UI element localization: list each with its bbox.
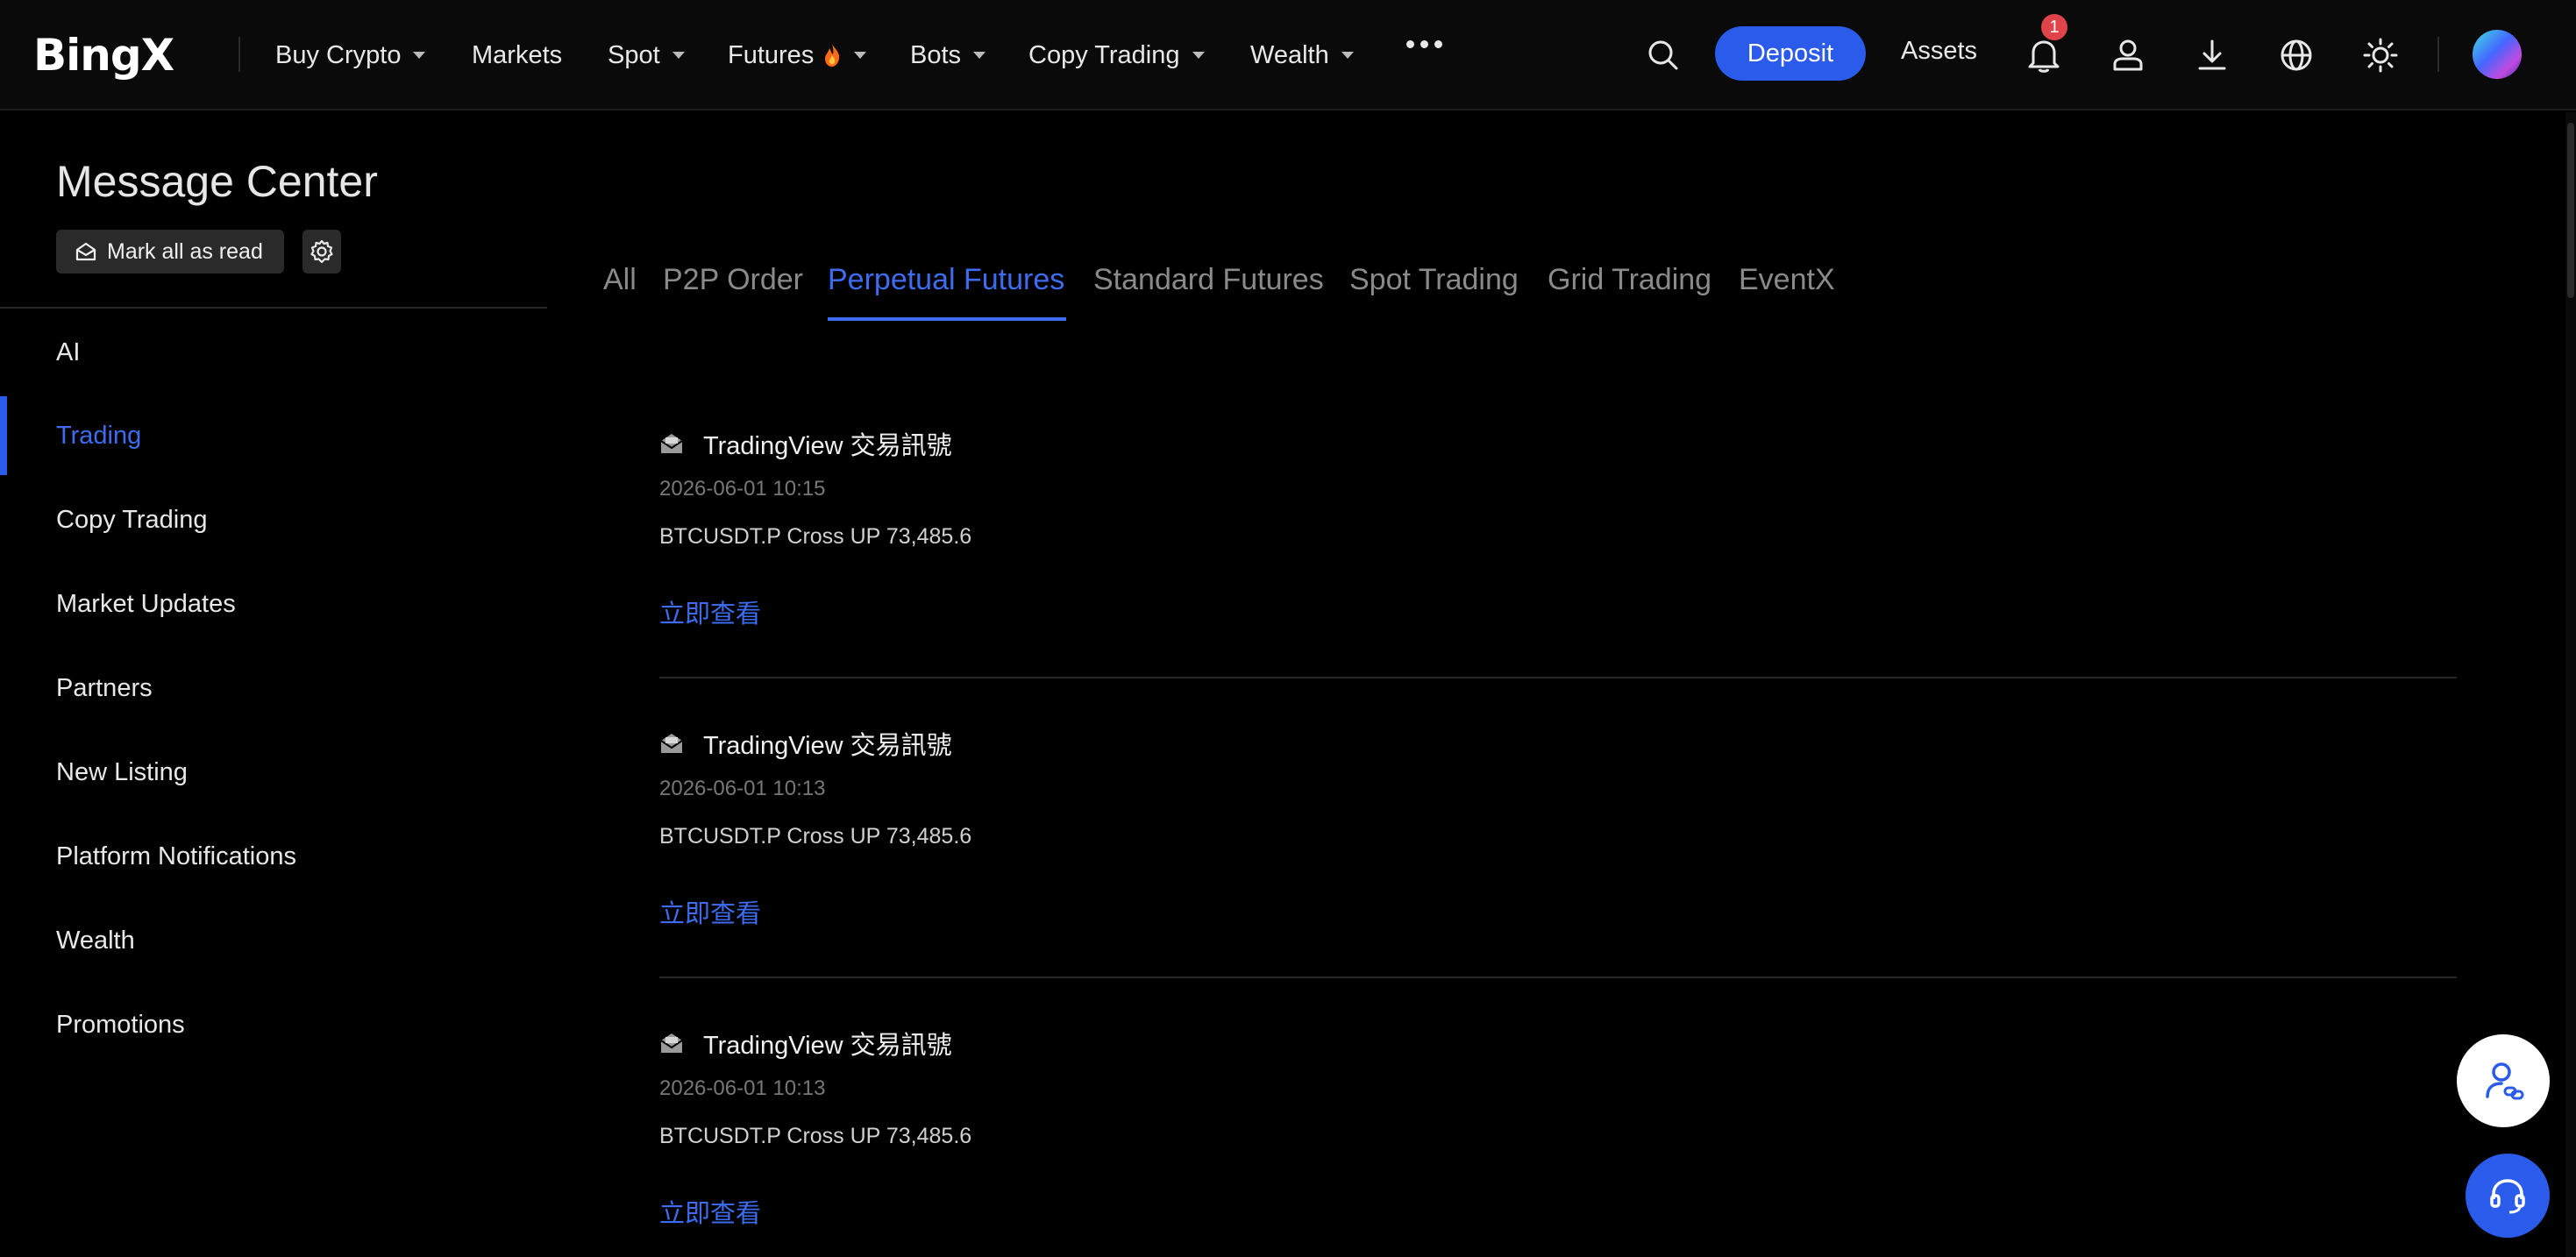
sidebar-item-ai[interactable]: AI	[0, 313, 547, 392]
active-tab-indicator	[828, 317, 1066, 321]
message-title: TradingView 交易訊號	[703, 732, 952, 760]
message-divider	[659, 976, 2457, 978]
bell-icon[interactable]	[2022, 33, 2066, 77]
sidebar-item-promotions[interactable]: Promotions	[0, 985, 547, 1064]
chevron-down-icon	[672, 52, 685, 59]
nav-bots[interactable]: Bots	[910, 35, 986, 75]
view-now-link[interactable]: 立即查看	[659, 1193, 761, 1230]
mark-read-icon	[75, 242, 96, 261]
nav-futures[interactable]: Futures	[728, 35, 867, 75]
tab-spot-trading[interactable]: Spot Trading	[1349, 263, 1519, 297]
gear-icon	[310, 239, 333, 264]
message-title: TradingView 交易訊號	[703, 432, 952, 460]
avatar[interactable]	[2473, 30, 2522, 79]
message-title: TradingView 交易訊號	[703, 1032, 952, 1060]
tab-eventx[interactable]: EventX	[1739, 263, 1835, 297]
settings-button[interactable]	[302, 230, 341, 273]
chevron-down-icon	[413, 52, 426, 59]
sidebar-item-label: Partners	[56, 673, 153, 702]
page-title: Message Center	[56, 157, 378, 206]
nav-divider	[2437, 37, 2439, 72]
sidebar-item-new-listing[interactable]: New Listing	[0, 733, 547, 812]
sidebar-item-label: Copy Trading	[56, 505, 208, 534]
nav-markets-label: Markets	[472, 40, 563, 69]
nav-buy-crypto[interactable]: Buy Crypto	[275, 35, 426, 75]
chevron-down-icon	[973, 52, 986, 59]
message-body: BTCUSDT.P Cross UP 73,485.6	[659, 1124, 972, 1148]
logo-text: BingX	[33, 30, 174, 81]
sidebar-item-label: Wealth	[56, 926, 135, 955]
sidebar-item-platform-notifications[interactable]: Platform Notifications	[0, 817, 547, 896]
more-dots-icon[interactable]	[1406, 40, 1442, 48]
sidebar-item-label: New Listing	[56, 757, 188, 786]
sidebar-item-partners[interactable]: Partners	[0, 649, 547, 728]
message-item: TradingView 交易訊號 2026-06-01 10:13 BTCUSD…	[659, 1026, 2457, 1230]
nav-futures-label: Futures	[728, 40, 815, 69]
envelope-open-icon	[660, 434, 683, 453]
sidebar-item-label: Platform Notifications	[56, 842, 296, 870]
sidebar-item-label: Promotions	[56, 1010, 185, 1039]
assets-link[interactable]: Assets	[1901, 37, 1977, 66]
nav-markets[interactable]: Markets	[472, 35, 562, 75]
sun-icon[interactable]	[2359, 33, 2402, 77]
flame-icon	[825, 44, 840, 67]
globe-icon[interactable]	[2274, 33, 2318, 77]
search-icon[interactable]	[1641, 33, 1685, 77]
nav-copy-trading-label: Copy Trading	[1028, 40, 1180, 69]
message-content: All P2P Order Perpetual Futures Standard…	[547, 112, 2576, 1257]
sidebar-divider	[0, 307, 547, 309]
chevron-down-icon	[854, 52, 867, 59]
message-timestamp: 2026-06-01 10:15	[659, 477, 826, 501]
user-icon[interactable]	[2106, 33, 2150, 77]
support-floating-button[interactable]	[2466, 1154, 2550, 1238]
scrollbar-thumb[interactable]	[2567, 123, 2574, 298]
notification-badge: 1	[2041, 14, 2067, 40]
message-item: TradingView 交易訊號 2026-06-01 10:15 BTCUSD…	[659, 426, 2457, 630]
nav-spot[interactable]: Spot	[608, 35, 685, 75]
view-now-link[interactable]: 立即查看	[659, 593, 761, 630]
nav-divider	[238, 37, 240, 72]
user-link-icon	[2486, 1062, 2524, 1100]
sidebar-item-copy-trading[interactable]: Copy Trading	[0, 480, 547, 559]
sidebar-item-label: Market Updates	[56, 589, 236, 618]
mark-all-read-label: Mark all as read	[107, 238, 263, 264]
nav-copy-trading[interactable]: Copy Trading	[1028, 35, 1205, 75]
message-timestamp: 2026-06-01 10:13	[659, 1076, 826, 1100]
sidebar-item-wealth[interactable]: Wealth	[0, 901, 547, 980]
tab-standard-futures[interactable]: Standard Futures	[1093, 263, 1324, 297]
chevron-down-icon	[1192, 52, 1205, 59]
tab-perpetual-futures[interactable]: Perpetual Futures	[828, 263, 1064, 297]
tab-all[interactable]: All	[603, 263, 637, 297]
chevron-down-icon	[1341, 52, 1354, 59]
envelope-open-icon	[660, 1033, 683, 1053]
message-body: BTCUSDT.P Cross UP 73,485.6	[659, 824, 972, 849]
nav-buy-crypto-label: Buy Crypto	[275, 40, 402, 69]
tab-p2p-order[interactable]: P2P Order	[663, 263, 803, 297]
view-now-link[interactable]: 立即查看	[659, 893, 761, 930]
referral-floating-button[interactable]	[2457, 1034, 2550, 1127]
message-timestamp: 2026-06-01 10:13	[659, 777, 826, 800]
tab-grid-trading[interactable]: Grid Trading	[1548, 263, 1711, 297]
sidebar-item-market-updates[interactable]: Market Updates	[0, 565, 547, 643]
download-icon[interactable]	[2190, 33, 2234, 77]
bingx-logo[interactable]: BingX	[33, 30, 174, 81]
message-divider	[659, 677, 2457, 678]
message-body: BTCUSDT.P Cross UP 73,485.6	[659, 524, 972, 549]
message-sidebar: Message Center Mark all as read AI Tradi…	[0, 112, 547, 1257]
sidebar-item-trading[interactable]: Trading	[0, 396, 547, 475]
sidebar-item-label: Trading	[56, 421, 142, 450]
nav-spot-label: Spot	[608, 40, 660, 69]
mark-all-read-button[interactable]: Mark all as read	[56, 230, 284, 273]
envelope-open-icon	[660, 734, 683, 753]
headset-icon	[2490, 1179, 2525, 1214]
sidebar-item-label: AI	[56, 337, 81, 366]
nav-wealth-label: Wealth	[1250, 40, 1329, 69]
top-navigation-bar: BingX Buy Crypto Markets Spot Futures Bo…	[0, 0, 2576, 110]
deposit-button[interactable]: Deposit	[1715, 26, 1866, 81]
message-item: TradingView 交易訊號 2026-06-01 10:13 BTCUSD…	[659, 726, 2457, 930]
nav-bots-label: Bots	[910, 40, 962, 69]
nav-wealth[interactable]: Wealth	[1250, 35, 1354, 75]
